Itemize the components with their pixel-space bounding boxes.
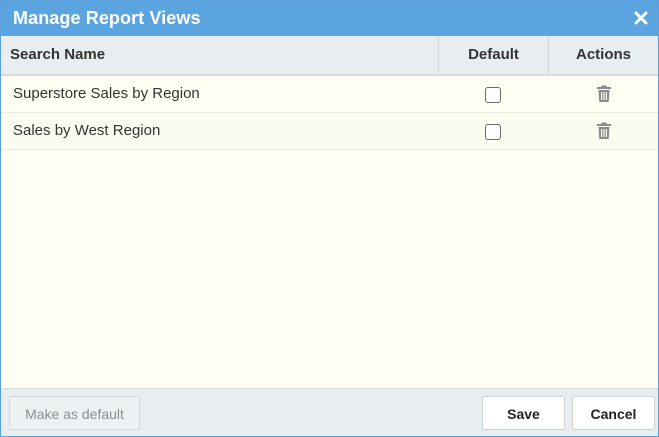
column-header-default[interactable]: Default — [439, 36, 549, 74]
default-checkbox[interactable] — [485, 124, 501, 140]
cancel-button[interactable]: Cancel — [572, 396, 655, 430]
save-button[interactable]: Save — [482, 396, 565, 430]
table-row[interactable]: Superstore Sales by Region — [1, 76, 658, 113]
close-icon[interactable] — [632, 9, 650, 27]
table-body: Superstore Sales by Region Sales by West… — [1, 76, 658, 150]
report-view-name: Sales by West Region — [13, 122, 161, 139]
table-row[interactable]: Sales by West Region — [1, 113, 658, 150]
default-checkbox[interactable] — [485, 87, 501, 103]
dialog-titlebar: Manage Report Views — [1, 1, 658, 36]
dialog-footer: Make as default Save Cancel — [1, 388, 658, 436]
dialog-title: Manage Report Views — [13, 8, 201, 28]
column-header-search-name[interactable]: Search Name — [1, 36, 439, 74]
make-as-default-button[interactable]: Make as default — [9, 396, 140, 430]
report-view-name: Superstore Sales by Region — [13, 85, 200, 102]
trash-icon[interactable] — [596, 122, 612, 140]
manage-report-views-dialog: Manage Report Views Search Name Default … — [0, 0, 659, 437]
table-header: Search Name Default Actions — [1, 36, 658, 76]
column-header-actions: Actions — [575, 46, 631, 63]
trash-icon[interactable] — [596, 85, 612, 103]
